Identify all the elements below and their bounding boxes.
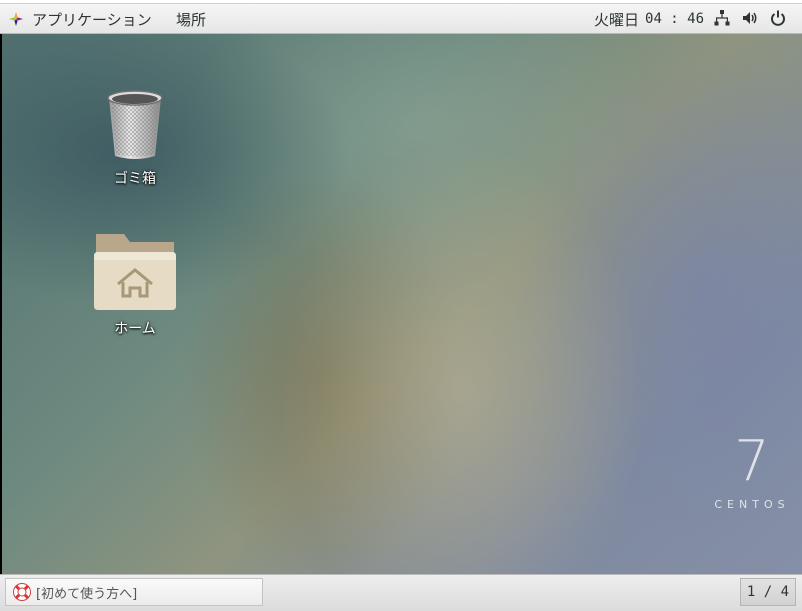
home-label: ホーム (114, 321, 156, 337)
taskbar-window-getting-started[interactable]: [初めて使う方へ] (5, 578, 263, 606)
window-title-strip (0, 0, 802, 4)
home-folder-icon (94, 234, 176, 310)
clock-day: 火曜日 (594, 10, 640, 29)
workspace-switcher[interactable]: 1 / 4 (740, 578, 796, 606)
trash-label: ゴミ箱 (114, 171, 156, 187)
desktop-icon-home[interactable]: ホーム (80, 230, 190, 338)
centos-version: 7 (734, 429, 770, 494)
taskbar-item-label: [初めて使う方へ] (36, 586, 138, 602)
places-menu[interactable]: 場所 (176, 6, 206, 32)
bottom-panel: [初めて使う方へ] 1 / 4 (0, 574, 802, 611)
workspace-indicator: 1 / 4 (746, 584, 790, 600)
desktop-icon-trash[interactable]: ゴミ箱 (80, 86, 190, 188)
centos-wordmark: CENTOS (714, 498, 790, 511)
clock[interactable]: 火曜日 04 : 46 (594, 6, 704, 32)
help-lifebuoy-icon (13, 583, 31, 601)
volume-icon[interactable] (741, 9, 759, 27)
applications-menu[interactable]: アプリケーション (8, 6, 152, 32)
network-icon[interactable] (713, 9, 731, 27)
desktop[interactable]: ゴミ箱 ホーム 7 CENTOS (2, 34, 802, 574)
places-menu-label: 場所 (176, 10, 207, 29)
centos-brand: 7 CENTOS (712, 429, 792, 512)
gnome-foot-icon (9, 12, 23, 26)
clock-time: 04 : 46 (645, 11, 705, 27)
power-icon[interactable] (769, 9, 787, 27)
applications-menu-label: アプリケーション (32, 10, 152, 29)
trash-icon (107, 90, 163, 159)
top-panel: アプリケーション 場所 火曜日 04 : 46 (0, 0, 802, 34)
